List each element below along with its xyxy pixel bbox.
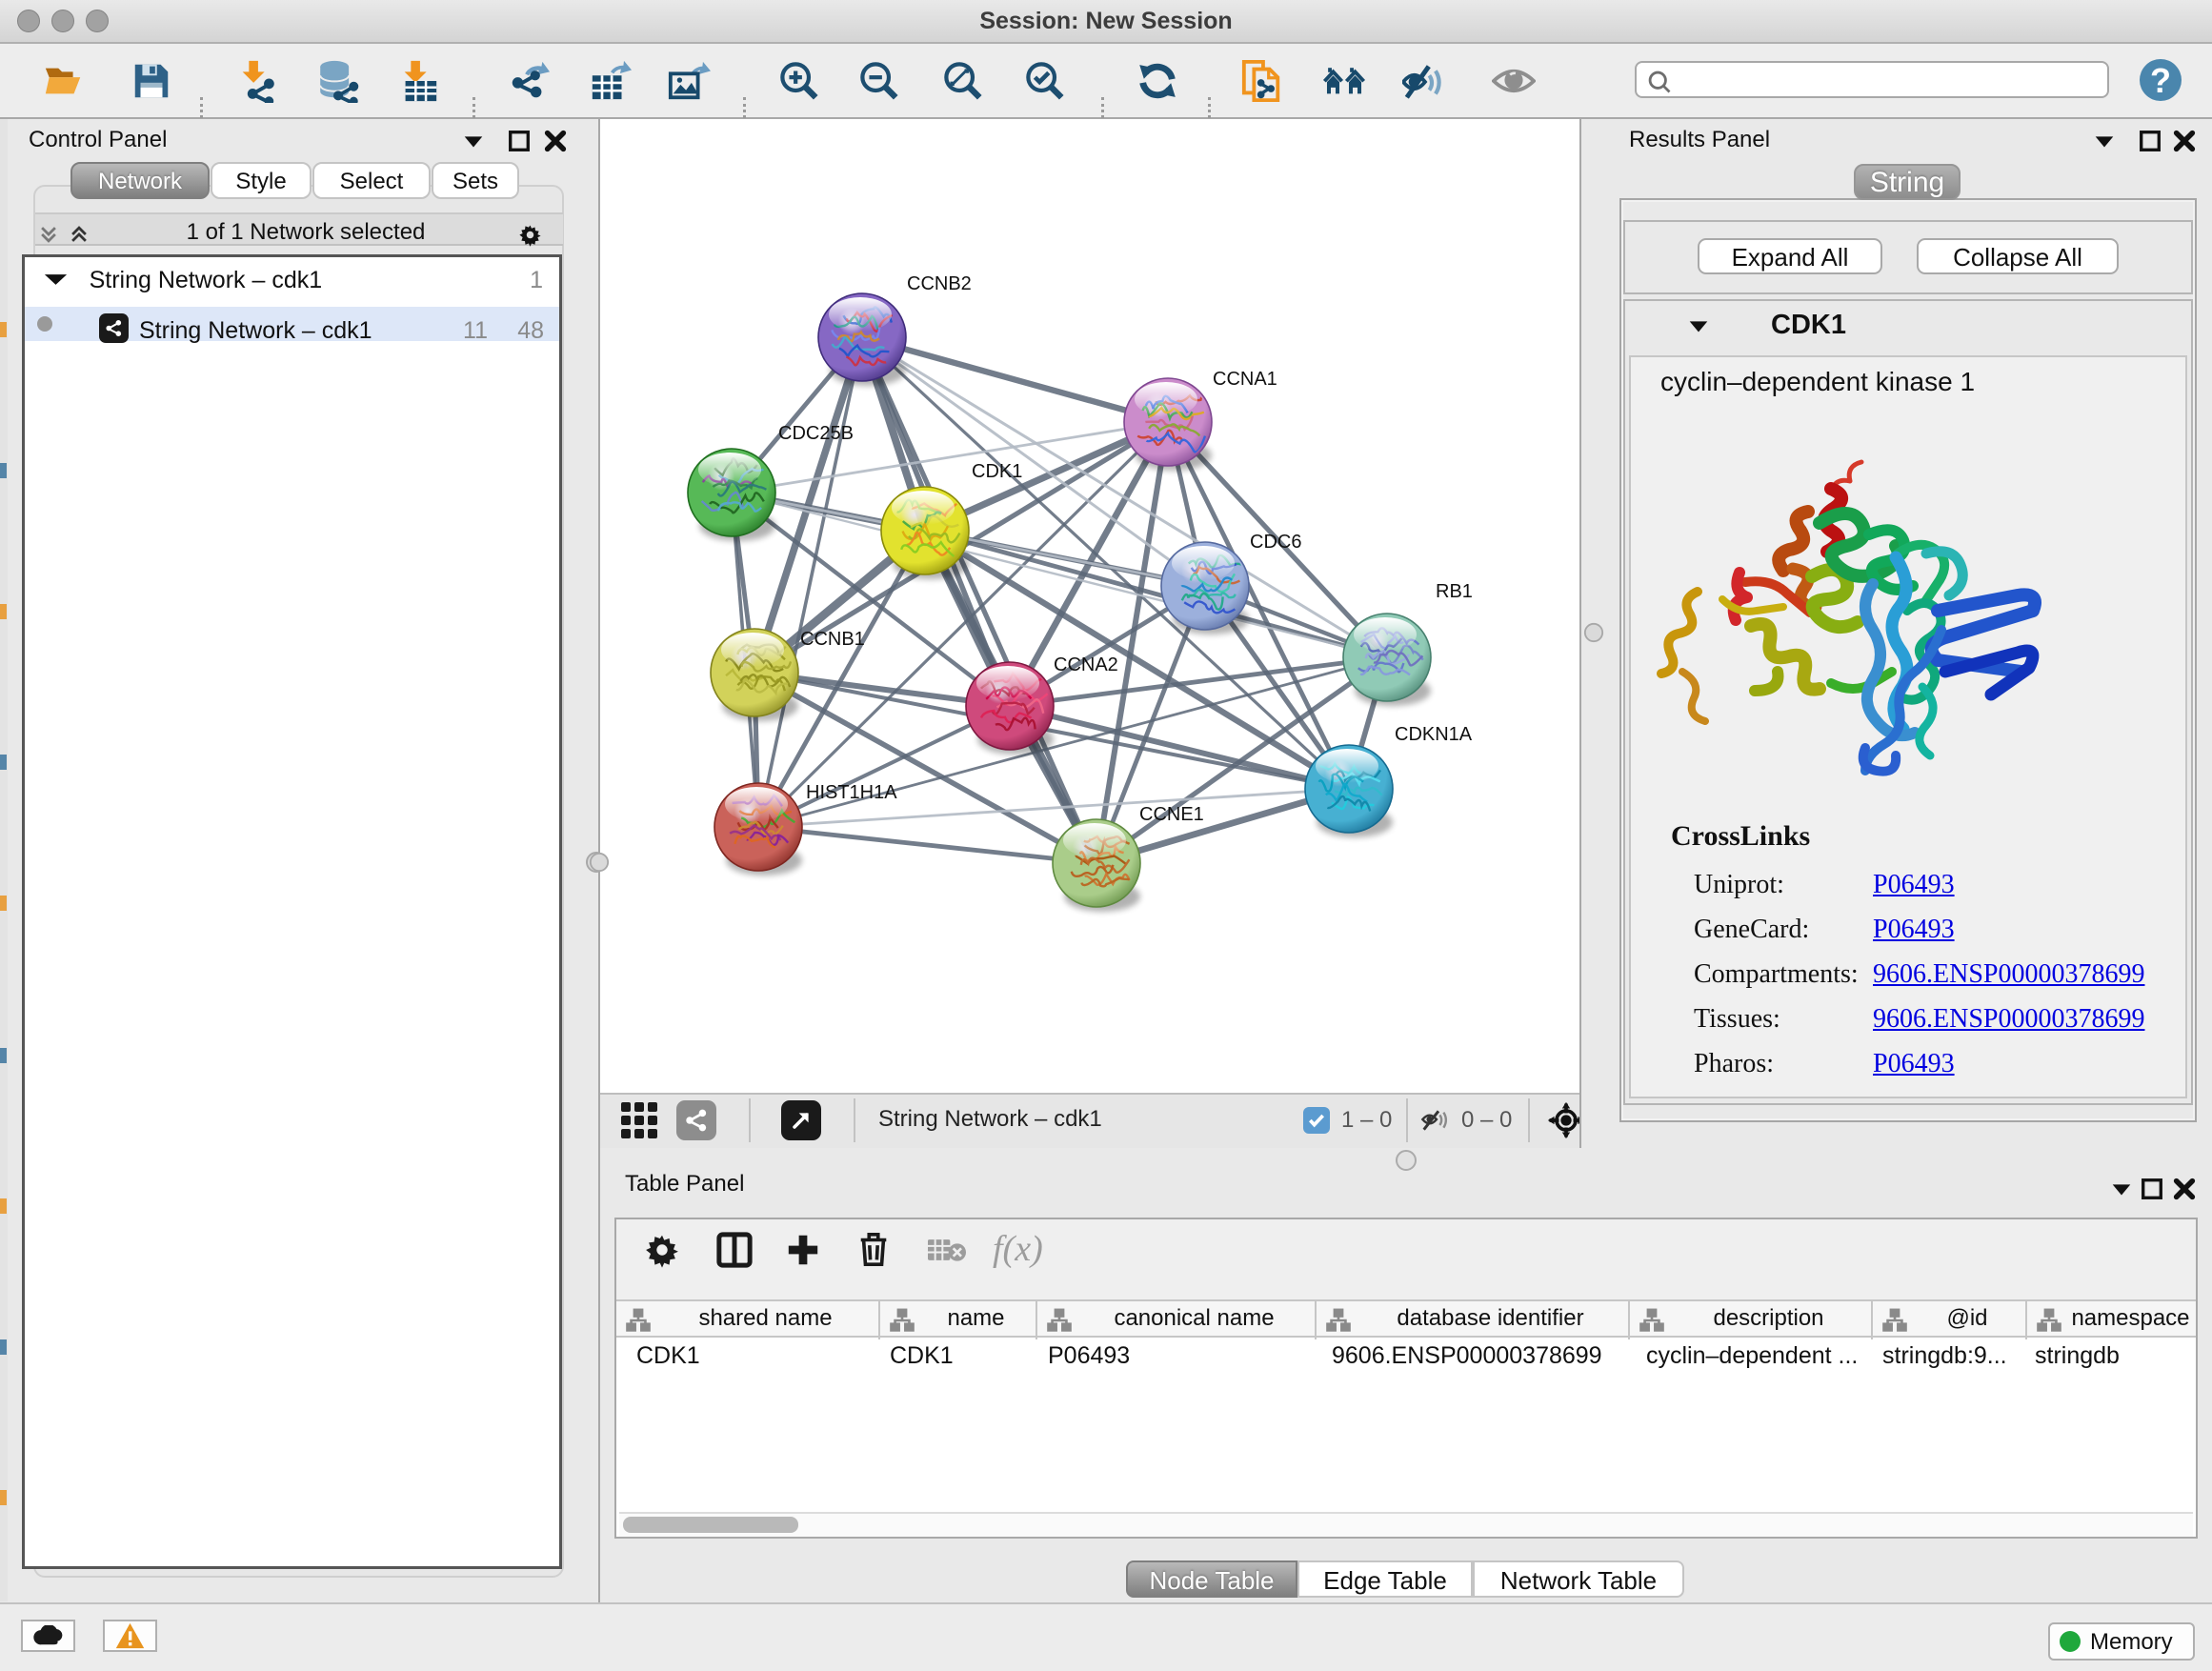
svg-text:RB1: RB1	[1436, 581, 1473, 602]
svg-text:HIST1H1A: HIST1H1A	[806, 782, 897, 803]
svg-text:?: ?	[2150, 61, 2171, 100]
svg-text:CCNE1: CCNE1	[1139, 804, 1204, 825]
svg-text:CCNA2: CCNA2	[1054, 654, 1118, 675]
svg-text:CDKN1A: CDKN1A	[1395, 724, 1473, 745]
svg-text:CDC25B: CDC25B	[778, 423, 854, 444]
svg-text:CCNA1: CCNA1	[1213, 369, 1277, 390]
svg-text:CCNB1: CCNB1	[800, 629, 865, 650]
svg-text:CDK1: CDK1	[972, 461, 1022, 482]
svg-text:CCNB2: CCNB2	[907, 273, 972, 294]
svg-text:CDC6: CDC6	[1250, 532, 1301, 553]
